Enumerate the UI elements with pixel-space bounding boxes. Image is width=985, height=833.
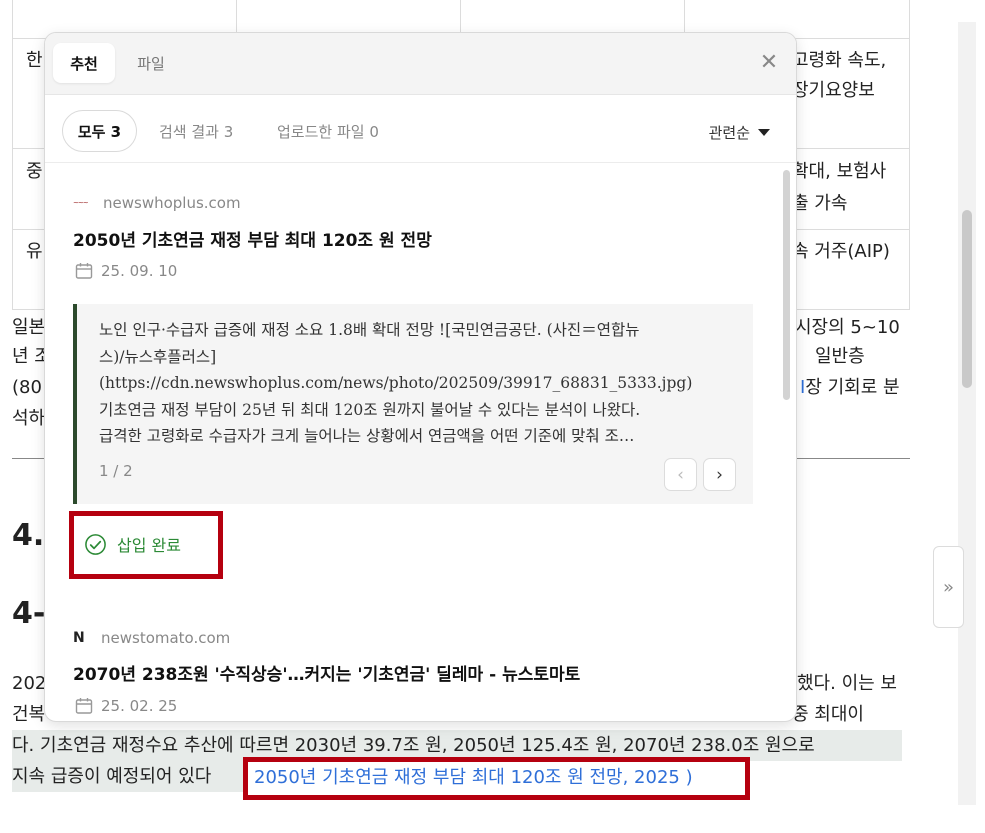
article-excerpt: 노인 인구·수급자 급증에 재정 소요 1.8배 확대 전망 ![국민연금공단.… <box>73 304 753 504</box>
results-list: ~~~ newswhoplus.com 2050년 기초연금 재정 부담 최대 … <box>45 164 796 721</box>
paragraph-text: 중 최대이 <box>792 704 864 725</box>
prev-excerpt-button[interactable]: ‹ <box>664 458 697 491</box>
paragraph-text: 석하 <box>12 408 46 429</box>
table-cell: 고령화 속도, <box>792 50 887 71</box>
excerpt-pager: 1 / 2 <box>99 462 133 480</box>
table-cell: 한 <box>26 50 43 71</box>
check-circle-icon <box>85 533 106 555</box>
page-scrollbar[interactable] <box>958 22 976 805</box>
tab-files[interactable]: 파일 <box>125 43 177 83</box>
tab-recommended[interactable]: 추천 <box>53 43 115 83</box>
source-domain: newswhoplus.com <box>103 194 241 212</box>
section-heading: 4- <box>12 596 46 631</box>
expand-panel-button[interactable]: » <box>933 546 964 628</box>
caret-down-icon <box>758 129 770 136</box>
sort-dropdown[interactable]: 관련순 <box>709 122 770 143</box>
paragraph-text: 일반층 <box>815 346 865 367</box>
article-title[interactable]: 2070년 238조원 '수직상승'…커지는 '기초연금' 딜레마 - 뉴스토마… <box>73 660 580 685</box>
list-scrollbar[interactable] <box>783 170 790 400</box>
article-date: 25. 09. 10 <box>75 262 177 280</box>
excerpt-line: 급격한 고령화로 수급자가 크게 늘어나는 상황에서 연금액을 어떤 기준에 맞… <box>99 427 635 445</box>
inserted-status-button[interactable]: 삽입 완료 <box>80 521 214 567</box>
newswhoplus-logo-icon: ~~~ <box>73 199 89 207</box>
article-source: ~~~ newswhoplus.com <box>73 194 241 212</box>
date-text: 25. 02. 25 <box>101 697 178 715</box>
panel-header: 추천 파일 ✕ <box>45 33 796 95</box>
date-text: 25. 09. 10 <box>101 262 178 280</box>
paragraph-text: 일본 <box>12 317 46 338</box>
newstomato-logo-icon: N <box>73 630 85 646</box>
paragraph-text: 202 <box>12 673 47 694</box>
sort-label: 관련순 <box>708 124 750 142</box>
table-cell: 장기요양보 <box>792 80 875 101</box>
excerpt-line: 기초연금 재정 부담이 25년 뒤 최대 120조 원까지 불어날 수 있다는 … <box>99 400 641 419</box>
article-source: N newstomato.com <box>73 629 230 647</box>
reference-panel: 추천 파일 ✕ 모두 3 검색 결과 3 업로드한 파일 0 관련순 ~~~ n… <box>44 32 797 722</box>
page-scrollbar-thumb[interactable] <box>962 210 972 388</box>
inserted-label: 삽입 완료 <box>117 536 181 555</box>
source-domain: newstomato.com <box>101 629 231 647</box>
paragraph-text: 했다. 이는 보 <box>797 673 897 694</box>
table-cell: 확대, 보험사 <box>792 161 887 182</box>
chevron-right-icon: › <box>716 464 723 485</box>
excerpt-text: 노인 인구·수급자 급증에 재정 소요 1.8배 확대 전망 ![국민연금공단.… <box>99 317 739 450</box>
filter-search-results[interactable]: 검색 결과 3 <box>159 110 233 152</box>
table-cell: 속 거주(AIP) <box>792 241 890 262</box>
article-title[interactable]: 2050년 기초연금 재정 부담 최대 120조 원 전망 <box>73 226 432 251</box>
double-chevron-right-icon: » <box>942 576 954 598</box>
chevron-left-icon: ‹ <box>677 464 684 485</box>
calendar-icon <box>75 263 93 279</box>
paragraph-text: 시장의 5~10 <box>795 317 900 338</box>
next-excerpt-button[interactable]: › <box>703 458 736 491</box>
section-heading: 4. <box>12 518 45 553</box>
filter-all[interactable]: 모두 3 <box>62 110 137 152</box>
table-cell: 유 <box>26 241 43 262</box>
filter-uploaded-files[interactable]: 업로드한 파일 0 <box>277 110 379 152</box>
filter-bar: 모두 3 검색 결과 3 업로드한 파일 0 관련순 <box>45 95 796 163</box>
excerpt-line: 노인 인구·수급자 급증에 재정 소요 1.8배 확대 전망 ![국민연금공단.… <box>99 321 640 339</box>
highlighted-text: 지속 급증이 예정되어 있다 <box>12 761 244 792</box>
paragraph-text: (80 <box>12 377 42 398</box>
paragraph-text: 건복 <box>12 704 46 725</box>
article-date: 25. 02. 25 <box>75 697 177 715</box>
excerpt-line: (https://cdn.newswhoplus.com/news/photo/… <box>99 374 693 392</box>
calendar-icon <box>75 698 93 714</box>
paragraph-text: I장 기회로 분 <box>800 377 900 398</box>
table-cell: 중 <box>26 161 43 182</box>
annotation-highlight-box <box>243 757 750 800</box>
close-icon[interactable]: ✕ <box>756 49 782 75</box>
excerpt-line: 스)/뉴스후플러스] <box>99 347 217 366</box>
table-cell: 출 가속 <box>792 193 848 214</box>
